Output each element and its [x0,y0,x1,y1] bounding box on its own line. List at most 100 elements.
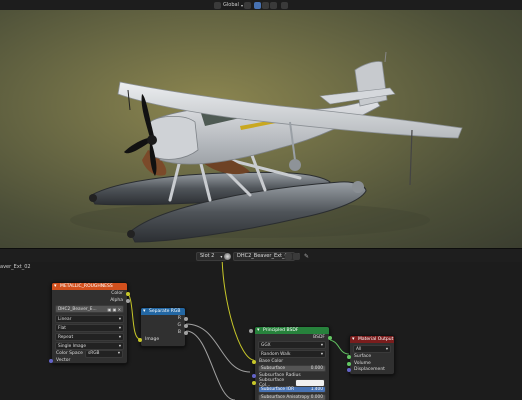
socket-dot[interactable] [126,291,130,296]
slot-dropdown[interactable]: Slot 2 ▾ [196,251,227,261]
chevron-down-icon: ▾ [320,342,323,348]
falloff-icon [281,1,288,9]
node-editor-header: Slot 2▾ DHC2_Beaver_Ext_02 2 ✎ [0,248,522,263]
slider-value: 0.000 [310,366,323,371]
socket-label: G [177,323,182,328]
pin-button[interactable]: ✎ [304,252,309,260]
slider-label: Subsurface [261,366,286,371]
socket-dot[interactable] [138,337,142,342]
socket-label: Image [145,337,160,342]
image-browse-icons: ▣ ▣ ✕ [107,306,121,312]
socket-dot[interactable] [184,323,188,328]
subsurface-method-dropdown[interactable]: Random Walk ▾ [258,350,326,358]
image-datablock-field[interactable]: DHC2_Beaver_E... ▣ ▣ ✕ [55,305,124,313]
dropdown-value: Single Image [58,343,87,349]
node-title: Material Output [350,336,394,343]
3d-viewport[interactable] [0,10,522,248]
socket-dot[interactable] [252,359,256,364]
proportional-edit-button[interactable] [270,1,279,9]
transform-orientation-icon [214,1,221,9]
proportional-icon [270,1,277,9]
color-output-socket[interactable]: Color [52,290,130,297]
snap-icon [254,1,261,9]
subsurface-slider[interactable]: Subsurface 0.000 [249,328,326,372]
chevron-down-icon: ▾ [118,343,121,349]
target-dropdown[interactable]: All ▾ [353,345,391,353]
socket-dot[interactable] [347,354,351,359]
socket-dot[interactable] [347,367,351,372]
socket-label: R [177,316,181,321]
color-space-row[interactable]: Color Space sRGB ▾ [52,349,127,358]
pin-icon: ✎ [304,252,310,260]
snap-target-icon [262,1,269,9]
surface-input-socket[interactable]: Surface [347,353,394,360]
dropdown-value: Random Walk [261,351,291,357]
b-output-socket[interactable]: B [141,329,188,336]
node-title: METALLIC_ROUGHNESS [52,283,127,290]
image-texture-node[interactable]: METALLIC_ROUGHNESS Color Alpha DHC2_Beav… [49,282,130,364]
material-name-field: DHC2_Beaver_Ext_02 [237,253,291,259]
socket-label: Volume [354,360,371,366]
node-editor-canvas[interactable]: METALLIC_ROUGHNESS Color Alpha DHC2_Beav… [0,262,522,400]
subsurface-color-input[interactable]: Subsurface Col... [252,377,329,388]
dropdown-value: Linear [58,316,72,322]
interpolation-dropdown[interactable]: Linear ▾ [55,315,124,323]
socket-dot[interactable] [347,361,351,366]
vector-input-socket[interactable]: Vector [49,357,127,364]
bsdf-output-socket[interactable]: BSDF [255,334,332,341]
chevron-down-icon: ▾ [240,2,243,8]
pivot-icon [244,1,251,9]
distribution-dropdown[interactable]: GGX ▾ [258,341,326,349]
socket-label: Subsurface Col... [259,377,285,388]
socket-label: B [177,330,181,335]
slider-label: Subsurface Anisotropy [261,395,310,400]
material-output-node[interactable]: Material Output All ▾ Surface Volume Disp… [347,335,395,375]
socket-dot[interactable] [252,373,256,378]
slot-label: Slot 2 [200,253,215,259]
chevron-down-icon: ▾ [118,334,121,340]
aircraft-render [70,51,463,243]
image-name: DHC2_Beaver_E... [58,306,97,312]
socket-dot[interactable] [184,316,188,321]
displacement-input-socket[interactable]: Displacement [347,366,394,372]
dropdown-value: All [356,346,362,352]
socket-label: Vector [56,358,71,363]
pivot-point-button[interactable] [244,1,253,9]
chevron-down-icon: ▾ [118,316,121,322]
slider-label: Subsurface IOR [261,387,295,392]
socket-label: Displacement [354,366,385,372]
copy-icon [293,252,300,260]
socket-dot[interactable] [252,380,256,385]
chevron-down-icon: ▾ [320,351,323,357]
subsurface-anisotropy-slider[interactable]: Subsurface Anisotropy 0.000 [258,394,326,400]
color-space-label: Color Space [56,351,83,356]
new-material-button[interactable] [293,252,302,260]
base-color-input[interactable]: Base Color [252,358,329,365]
image-input-socket[interactable]: Image [138,336,185,343]
chevron-down-icon: ▾ [220,253,223,259]
falloff-button[interactable] [281,1,290,9]
r-output-socket[interactable]: R [141,315,188,322]
socket-dot[interactable] [249,328,253,333]
alpha-output-socket[interactable]: Alpha [52,297,130,304]
socket-label: Base Color [259,359,284,364]
separate-rgb-node[interactable]: Separate RGB R G B Image [138,307,188,347]
socket-dot[interactable] [328,335,332,340]
slider-value: 0.000 [310,395,323,400]
socket-dot[interactable] [184,330,188,335]
color-swatch[interactable] [294,378,325,387]
socket-label: Surface [354,354,372,359]
principled-bsdf-node[interactable]: Principled BSDF BSDF GGX ▾ Random Walk ▾ B… [249,326,332,400]
g-output-socket[interactable]: G [141,322,188,329]
socket-dot[interactable] [126,298,130,303]
dropdown-value: Repeat [58,334,74,340]
shield-icon [285,252,292,260]
socket-label: Color [111,291,123,296]
projection-dropdown[interactable]: Flat ▾ [55,324,124,332]
orientation-dropdown[interactable]: Global ▾ [214,1,243,9]
socket-dot[interactable] [49,358,53,363]
source-dropdown[interactable]: Single Image ▾ [55,342,124,350]
extension-dropdown[interactable]: Repeat ▾ [55,333,124,341]
socket-label: BSDF [313,335,325,340]
chevron-down-icon: ▾ [117,351,120,356]
